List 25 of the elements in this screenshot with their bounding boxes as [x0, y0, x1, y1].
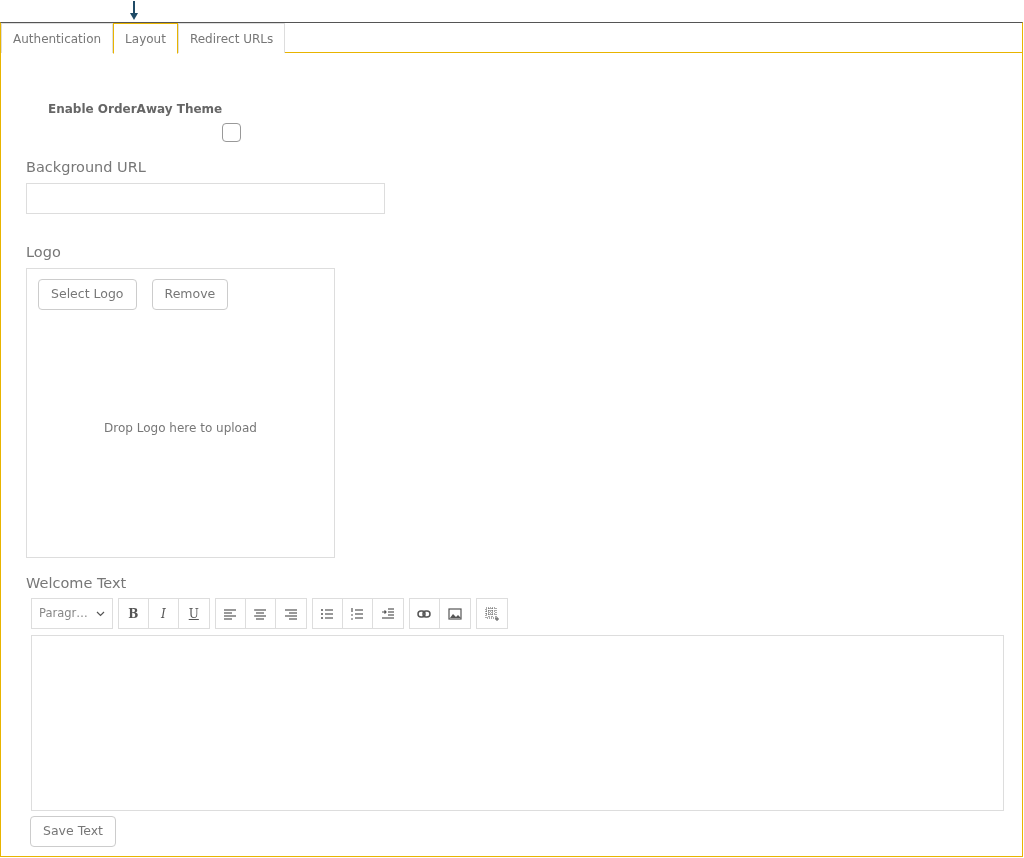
drop-hint: Drop Logo here to upload [104, 420, 257, 437]
align-right-icon [283, 606, 298, 621]
theme-toggle-label: Enable OrderAway Theme [48, 101, 224, 118]
down-arrow-icon [129, 1, 139, 20]
align-center-icon [253, 606, 268, 621]
field-label: Logo [26, 242, 62, 262]
logo-button[interactable]: Select Logo [38, 278, 137, 310]
tab[interactable]: Layout [113, 23, 178, 54]
format-dropdown[interactable]: Paragr… [31, 598, 113, 630]
indent-icon [380, 606, 395, 621]
field-label: Welcome Text [26, 573, 128, 593]
align-left-icon [223, 606, 238, 621]
tab[interactable]: Redirect URLs [177, 23, 286, 53]
caret-icon [95, 610, 105, 617]
table-icon [484, 606, 499, 621]
bullet-list-icon [320, 606, 335, 621]
background-url-field[interactable] [26, 182, 385, 214]
image-icon [447, 606, 462, 621]
save-text-button[interactable]: Save Text [30, 816, 116, 848]
logo-drop-zone[interactable]: Select Logo Remove Drop Logo here to upload [26, 267, 335, 558]
theme-checkbox[interactable] [222, 123, 241, 142]
numbered-list-icon [350, 606, 365, 621]
tab[interactable]: Authentication [1, 23, 114, 53]
logo-button[interactable]: Remove [151, 278, 229, 310]
field-label: Background URL [26, 158, 147, 177]
